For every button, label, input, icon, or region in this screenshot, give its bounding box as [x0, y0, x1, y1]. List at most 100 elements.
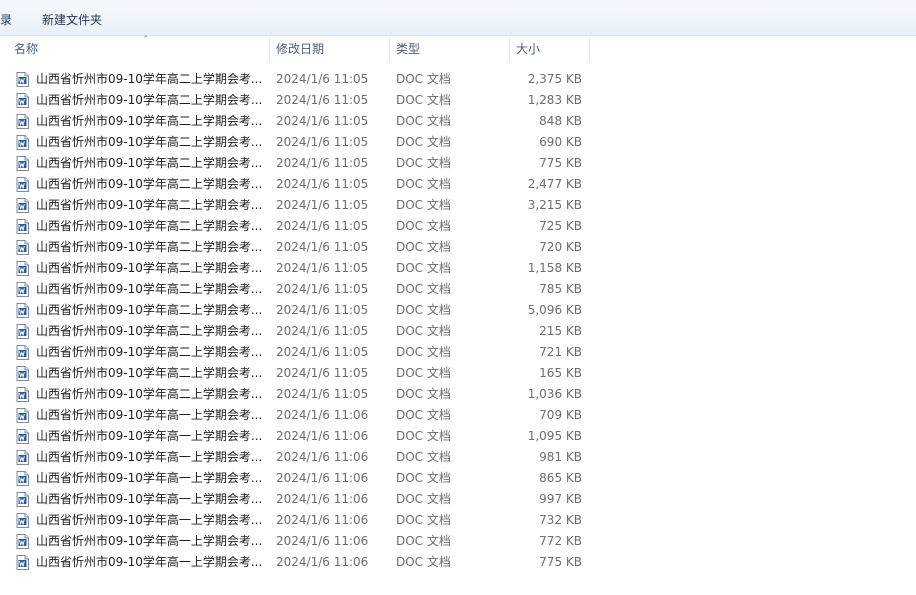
file-type: DOC 文档 [396, 135, 451, 149]
file-type: DOC 文档 [396, 324, 451, 338]
column-header-name[interactable]: 名称 ⌃ [8, 36, 270, 61]
file-date-modified: 2024/1/6 11:05 [276, 387, 369, 401]
file-date-modified: 2024/1/6 11:05 [276, 114, 369, 128]
file-row[interactable]: 山西省忻州市09-10学年高二上学期会考... 2024/1/6 11:05 DOC… [0, 216, 600, 237]
word-doc-icon [16, 240, 29, 255]
file-row[interactable]: 山西省忻州市09-10学年高二上学期会考... 2024/1/6 11:05 DOC… [0, 258, 600, 279]
file-row[interactable]: 山西省忻州市09-10学年高二上学期会考... 2024/1/6 11:05 DOC… [0, 69, 600, 90]
file-row[interactable]: 山西省忻州市09-10学年高一上学期会考... 2024/1/6 11:06 DOC… [0, 552, 600, 573]
file-type: DOC 文档 [396, 387, 451, 401]
file-row[interactable]: 山西省忻州市09-10学年高一上学期会考... 2024/1/6 11:06 DOC… [0, 468, 600, 489]
file-type: DOC 文档 [396, 408, 451, 422]
file-type: DOC 文档 [396, 345, 451, 359]
file-size: 775 KB [539, 555, 582, 569]
file-date-modified: 2024/1/6 11:05 [276, 261, 369, 275]
file-row[interactable]: 山西省忻州市09-10学年高一上学期会考... 2024/1/6 11:06 DOC… [0, 489, 600, 510]
file-type: DOC 文档 [396, 429, 451, 443]
word-doc-icon [16, 135, 29, 150]
file-row[interactable]: 山西省忻州市09-10学年高二上学期会考... 2024/1/6 11:05 DOC… [0, 279, 600, 300]
file-date-modified: 2024/1/6 11:06 [276, 471, 369, 485]
file-row[interactable]: 山西省忻州市09-10学年高二上学期会考... 2024/1/6 11:05 DOC… [0, 132, 600, 153]
file-type: DOC 文档 [396, 282, 451, 296]
file-row[interactable]: 山西省忻州市09-10学年高二上学期会考... 2024/1/6 11:05 DOC… [0, 321, 600, 342]
file-type: DOC 文档 [396, 198, 451, 212]
file-name: 山西省忻州市09-10学年高二上学期会考... [36, 114, 263, 128]
file-type: DOC 文档 [396, 72, 451, 86]
file-row[interactable]: 山西省忻州市09-10学年高二上学期会考... 2024/1/6 11:05 DOC… [0, 195, 600, 216]
file-row[interactable]: 山西省忻州市09-10学年高二上学期会考... 2024/1/6 11:05 DOC… [0, 111, 600, 132]
word-doc-icon [16, 513, 29, 528]
file-row[interactable]: 山西省忻州市09-10学年高一上学期会考... 2024/1/6 11:06 DOC… [0, 405, 600, 426]
file-type: DOC 文档 [396, 513, 451, 527]
word-doc-icon [16, 156, 29, 171]
command-bar: 录 新建文件夹 [0, 0, 916, 36]
file-name: 山西省忻州市09-10学年高一上学期会考... [36, 534, 263, 548]
column-header-size[interactable]: 大小 [510, 37, 590, 61]
file-name: 山西省忻州市09-10学年高二上学期会考... [36, 387, 263, 401]
column-header-type[interactable]: 类型 [390, 37, 509, 61]
file-size: 785 KB [539, 282, 582, 296]
word-doc-icon [16, 324, 29, 339]
word-doc-icon [16, 534, 29, 549]
file-name: 山西省忻州市09-10学年高二上学期会考... [36, 135, 263, 149]
file-name: 山西省忻州市09-10学年高二上学期会考... [36, 219, 263, 233]
column-header-type-label: 类型 [396, 42, 421, 56]
file-type: DOC 文档 [396, 303, 451, 317]
word-doc-icon [16, 387, 29, 402]
file-size: 709 KB [539, 408, 582, 422]
file-row[interactable]: 山西省忻州市09-10学年高二上学期会考... 2024/1/6 11:05 DOC… [0, 363, 600, 384]
file-type: DOC 文档 [396, 261, 451, 275]
column-header-size-label: 大小 [516, 42, 541, 56]
word-doc-icon [16, 492, 29, 507]
file-type: DOC 文档 [396, 240, 451, 254]
file-size: 1,036 KB [527, 387, 582, 401]
word-doc-icon [16, 450, 29, 465]
file-size: 215 KB [539, 324, 582, 338]
word-doc-icon [16, 345, 29, 360]
file-date-modified: 2024/1/6 11:05 [276, 240, 369, 254]
file-type: DOC 文档 [396, 219, 451, 233]
file-type: DOC 文档 [396, 366, 451, 380]
word-doc-icon [16, 93, 29, 108]
column-separator[interactable] [589, 37, 590, 61]
file-row[interactable]: 山西省忻州市09-10学年高二上学期会考... 2024/1/6 11:05 DOC… [0, 153, 600, 174]
file-size: 165 KB [539, 366, 582, 380]
file-name: 山西省忻州市09-10学年高二上学期会考... [36, 93, 263, 107]
file-size: 3,215 KB [527, 198, 582, 212]
file-size: 775 KB [539, 156, 582, 170]
word-doc-icon [16, 282, 29, 297]
file-size: 981 KB [539, 450, 582, 464]
file-size: 865 KB [539, 471, 582, 485]
file-row[interactable]: 山西省忻州市09-10学年高一上学期会考... 2024/1/6 11:06 DOC… [0, 510, 600, 531]
file-row[interactable]: 山西省忻州市09-10学年高二上学期会考... 2024/1/6 11:05 DOC… [0, 384, 600, 405]
file-name: 山西省忻州市09-10学年高一上学期会考... [36, 450, 263, 464]
file-name: 山西省忻州市09-10学年高一上学期会考... [36, 471, 263, 485]
file-name: 山西省忻州市09-10学年高二上学期会考... [36, 240, 263, 254]
file-row[interactable]: 山西省忻州市09-10学年高二上学期会考... 2024/1/6 11:05 DOC… [0, 90, 600, 111]
file-date-modified: 2024/1/6 11:05 [276, 345, 369, 359]
file-name: 山西省忻州市09-10学年高二上学期会考... [36, 324, 263, 338]
toolbar-item-partial[interactable]: 录 [0, 11, 12, 28]
file-date-modified: 2024/1/6 11:06 [276, 513, 369, 527]
word-doc-icon [16, 219, 29, 234]
file-date-modified: 2024/1/6 11:06 [276, 429, 369, 443]
file-name: 山西省忻州市09-10学年高二上学期会考... [36, 261, 263, 275]
column-header-row: 名称 ⌃ 修改日期 类型 大小 [0, 36, 916, 61]
file-name: 山西省忻州市09-10学年高一上学期会考... [36, 555, 263, 569]
file-date-modified: 2024/1/6 11:05 [276, 177, 369, 191]
file-row[interactable]: 山西省忻州市09-10学年高一上学期会考... 2024/1/6 11:06 DOC… [0, 426, 600, 447]
file-row[interactable]: 山西省忻州市09-10学年高二上学期会考... 2024/1/6 11:05 DOC… [0, 300, 600, 321]
file-size: 772 KB [539, 534, 582, 548]
file-row[interactable]: 山西省忻州市09-10学年高二上学期会考... 2024/1/6 11:05 DOC… [0, 237, 600, 258]
file-row[interactable]: 山西省忻州市09-10学年高一上学期会考... 2024/1/6 11:06 DOC… [0, 531, 600, 552]
column-header-date[interactable]: 修改日期 [270, 37, 389, 61]
file-row[interactable]: 山西省忻州市09-10学年高二上学期会考... 2024/1/6 11:05 DOC… [0, 342, 600, 363]
file-row[interactable]: 山西省忻州市09-10学年高一上学期会考... 2024/1/6 11:06 DOC… [0, 447, 600, 468]
file-name: 山西省忻州市09-10学年高二上学期会考... [36, 345, 263, 359]
file-size: 848 KB [539, 114, 582, 128]
new-folder-button[interactable]: 新建文件夹 [42, 11, 102, 28]
file-row[interactable]: 山西省忻州市09-10学年高二上学期会考... 2024/1/6 11:05 DOC… [0, 174, 600, 195]
file-size: 997 KB [539, 492, 582, 506]
file-name: 山西省忻州市09-10学年高二上学期会考... [36, 72, 263, 86]
file-name: 山西省忻州市09-10学年高一上学期会考... [36, 492, 263, 506]
